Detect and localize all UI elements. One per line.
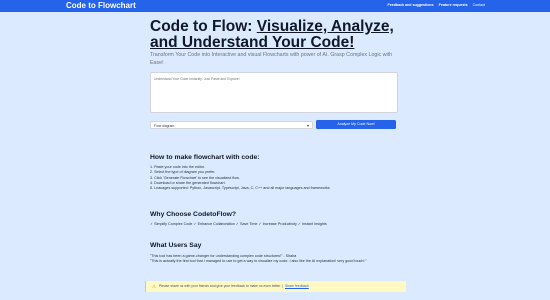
how-to-heading: How to make flowchart with code:	[150, 154, 260, 161]
nav-link-contact[interactable]: Contact	[473, 2, 485, 9]
brand-logo-text[interactable]: Code to Flowchart	[66, 1, 136, 11]
benefits-list: ✓ Simplify Complex Code ✓ Enhance Collab…	[150, 222, 327, 226]
feedback-text: Please share us with your friends and gi…	[159, 284, 284, 288]
analyze-button[interactable]: Analyze My Code Now!	[316, 120, 396, 129]
diagram-type-value: Flow diagram	[154, 123, 175, 128]
how-to-steps: 1. Paste your code into the editor. 2. S…	[150, 165, 410, 191]
nav-links: Feedback and suggestions Feature request…	[388, 2, 486, 9]
how-to-step: 5. Lnauages supported: Python, Javascrip…	[150, 186, 330, 191]
testimonial-quote: "This is actually the first tool that I …	[150, 259, 367, 264]
feedback-banner: ⚠ Please share us with your friends and …	[145, 281, 406, 292]
why-heading: Why Choose CodetoFlow?	[150, 211, 237, 218]
nav-link-feature-requests[interactable]: Feature requests	[439, 2, 468, 9]
share-feedback-link[interactable]: Share feedback	[285, 281, 309, 292]
warning-icon: ⚠	[152, 284, 157, 289]
nav-link-feedback[interactable]: Feedback and suggestions	[388, 2, 434, 9]
page-subtitle: Transform Your Code into Interactive and…	[150, 52, 393, 66]
code-input[interactable]	[150, 72, 398, 113]
page-title-plain: Code to Flow:	[150, 18, 257, 35]
chevron-down-icon: ▾	[306, 123, 309, 128]
testimonials-list: "This tool has been a game-changer for u…	[150, 254, 408, 264]
testimonials-heading: What Users Say	[150, 242, 202, 249]
top-navbar: Code to Flowchart Feedback and suggestio…	[0, 0, 550, 12]
page-title: Code to Flow: Visualize, Analyze, and Un…	[150, 19, 410, 51]
diagram-type-select[interactable]: Flow diagram ▾	[150, 121, 313, 129]
